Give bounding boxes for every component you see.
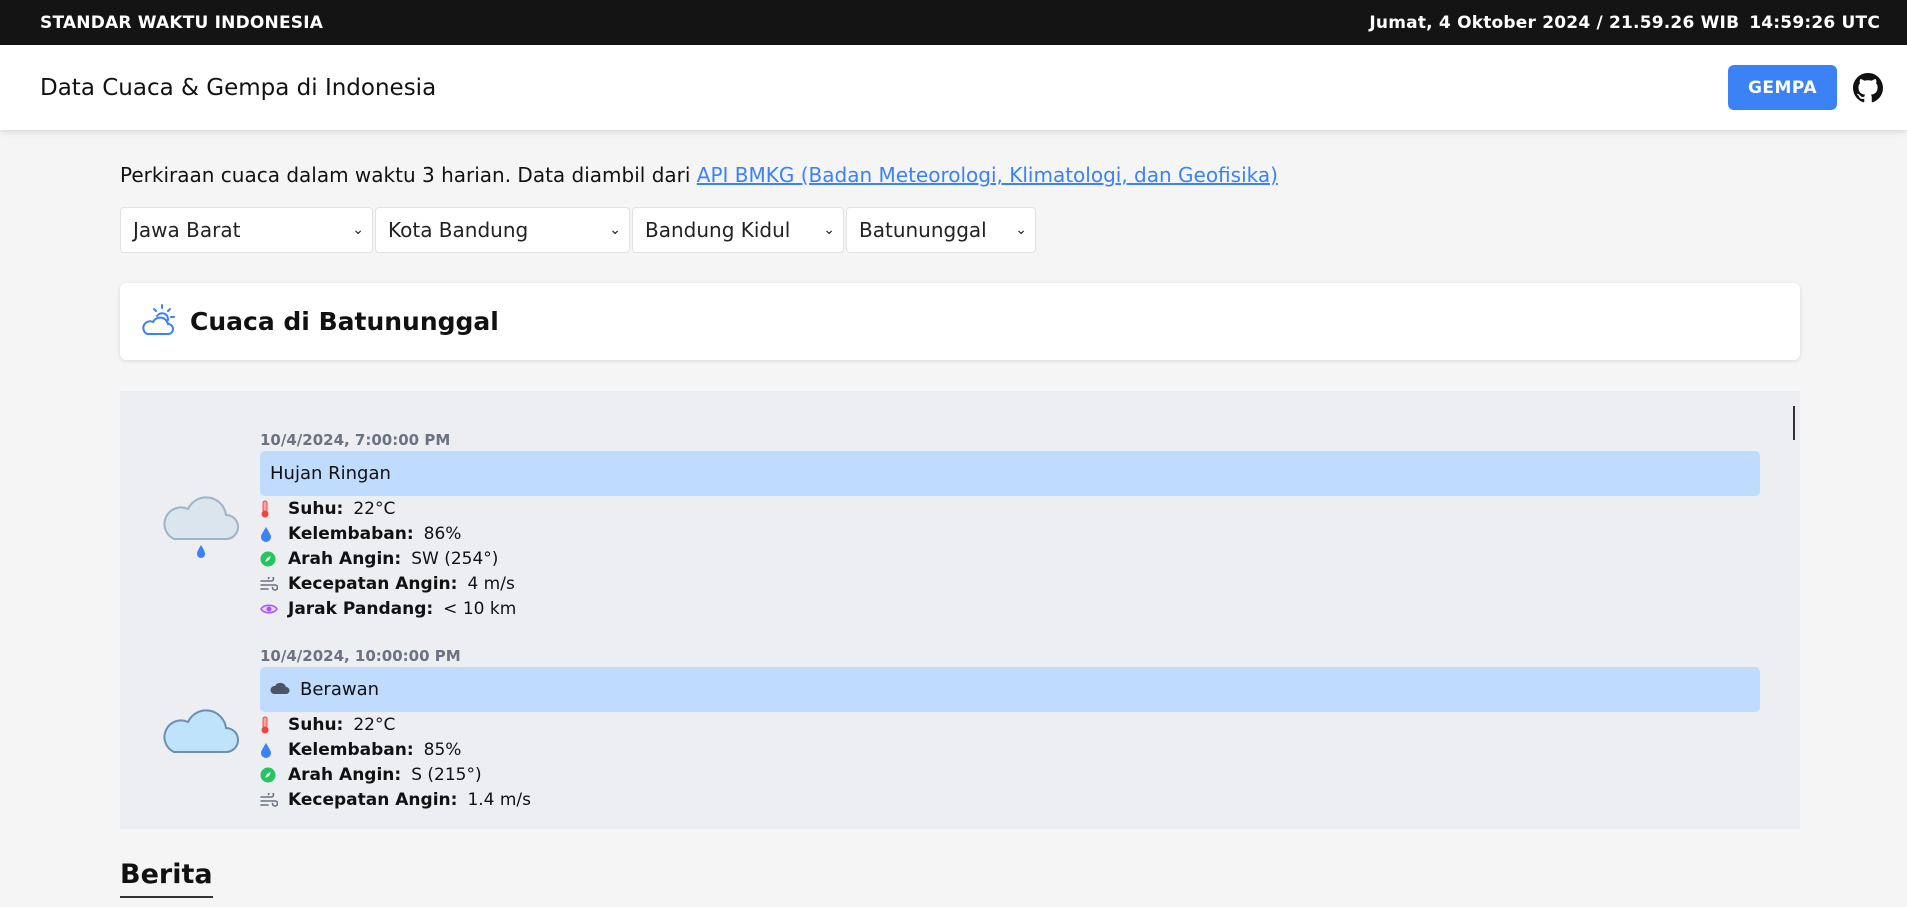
temperature-label: Suhu: [288, 714, 344, 735]
main-content: Perkiraan cuaca dalam waktu 3 harian. Da… [0, 163, 1907, 898]
clock: Jumat, 4 Oktober 2024 / 21.59.26 WIB 14:… [1369, 13, 1880, 33]
forecast-time: 10/4/2024, 10:00:00 PM [260, 647, 461, 665]
thermometer-icon [260, 500, 288, 518]
wind-direction-row: Arah Angin: SW (254°) [260, 546, 1760, 571]
wind-icon [260, 576, 288, 591]
village-select[interactable]: Batununggal ⌄ [846, 207, 1036, 253]
navbar: Data Cuaca & Gempa di Indonesia GEMPA [0, 45, 1907, 130]
humidity-value: 86% [423, 523, 462, 544]
temperature-label: Suhu: [288, 498, 344, 519]
news-heading: Berita [120, 859, 213, 898]
wind-direction-label: Arah Angin: [288, 548, 402, 569]
gempa-button[interactable]: GEMPA [1727, 65, 1837, 110]
wind-direction-label: Arah Angin: [288, 764, 402, 785]
wind-speed-value: 1.4 m/s [467, 789, 532, 810]
condition-label: Berawan [300, 679, 380, 700]
humidity-value: 85% [423, 739, 462, 760]
temperature-row: Suhu: 22°C [260, 496, 1760, 521]
droplet-icon [260, 742, 288, 758]
humidity-label: Kelembaban: [288, 523, 414, 544]
brand-title[interactable]: Data Cuaca & Gempa di Indonesia [40, 75, 436, 101]
intro-paragraph: Perkiraan cuaca dalam waktu 3 harian. Da… [120, 163, 1800, 187]
condition-bar: Berawan [260, 667, 1760, 712]
temperature-value: 22°C [353, 498, 396, 519]
wind-direction-value: SW (254°) [411, 548, 499, 569]
github-icon[interactable] [1853, 72, 1883, 103]
scrollbar[interactable] [1793, 406, 1795, 440]
bmkg-api-link[interactable]: API BMKG (Badan Meteorologi, Klimatologi… [697, 163, 1278, 187]
temperature-row: Suhu: 22°C [260, 712, 1760, 737]
intro-text: Perkiraan cuaca dalam waktu 3 harian. Da… [120, 163, 697, 187]
visibility-label: Jarak Pandang: [288, 598, 434, 619]
standard-time-title: STANDAR WAKTU INDONESIA [40, 12, 324, 33]
district-value: Bandung Kidul [645, 218, 791, 242]
local-time: Jumat, 4 Oktober 2024 / 21.59.26 WIB [1369, 12, 1740, 33]
rain-cloud-icon [160, 431, 260, 621]
forecast-entry: 10/4/2024, 10:00:00 PM Berawan Suhu: 22°… [160, 647, 1760, 812]
forecast-list[interactable]: 10/4/2024, 7:00:00 PM Hujan Ringan Suhu:… [120, 391, 1800, 829]
weather-card-title: Cuaca di Batununggal [190, 307, 499, 336]
droplet-icon [260, 526, 288, 542]
weather-title-card: Cuaca di Batununggal [120, 283, 1800, 360]
wind-direction-value: S (215°) [411, 764, 482, 785]
location-selects: Jawa Barat ⌄ Kota Bandung ⌄ Bandung Kidu… [120, 207, 1800, 253]
district-select[interactable]: Bandung Kidul ⌄ [632, 207, 844, 253]
wind-icon [260, 792, 288, 807]
condition-label: Hujan Ringan [270, 463, 391, 484]
humidity-row: Kelembaban: 85% [260, 737, 1760, 762]
wind-speed-row: Kecepatan Angin: 1.4 m/s [260, 787, 1760, 812]
nav-actions: GEMPA [1727, 65, 1883, 110]
wind-direction-row: Arah Angin: S (215°) [260, 762, 1760, 787]
top-bar: STANDAR WAKTU INDONESIA Jumat, 4 Oktober… [0, 0, 1907, 45]
wind-speed-row: Kecepatan Angin: 4 m/s [260, 571, 1760, 596]
eye-icon [260, 603, 288, 615]
wind-speed-label: Kecepatan Angin: [288, 789, 458, 810]
visibility-row: Jarak Pandang: < 10 km [260, 596, 1760, 621]
sun-cloud-icon [140, 303, 176, 341]
wind-speed-value: 4 m/s [467, 573, 515, 594]
visibility-value: < 10 km [443, 598, 517, 619]
wind-speed-label: Kecepatan Angin: [288, 573, 458, 594]
chevron-down-icon: ⌄ [823, 222, 835, 238]
city-value: Kota Bandung [388, 218, 529, 242]
humidity-row: Kelembaban: 86% [260, 521, 1760, 546]
chevron-down-icon: ⌄ [1015, 222, 1027, 238]
humidity-label: Kelembaban: [288, 739, 414, 760]
province-select[interactable]: Jawa Barat ⌄ [120, 207, 373, 253]
thermometer-icon [260, 716, 288, 734]
forecast-body: 10/4/2024, 10:00:00 PM Berawan Suhu: 22°… [260, 647, 1760, 812]
cloud-icon [270, 679, 290, 700]
forecast-entry: 10/4/2024, 7:00:00 PM Hujan Ringan Suhu:… [160, 431, 1760, 621]
compass-icon [260, 767, 288, 783]
chevron-down-icon: ⌄ [352, 222, 364, 238]
cloud-icon [160, 647, 260, 812]
utc-time: 14:59:26 UTC [1749, 12, 1880, 33]
temperature-value: 22°C [353, 714, 396, 735]
compass-icon [260, 551, 288, 567]
province-value: Jawa Barat [133, 218, 241, 242]
city-select[interactable]: Kota Bandung ⌄ [375, 207, 630, 253]
condition-bar: Hujan Ringan [260, 451, 1760, 496]
chevron-down-icon: ⌄ [609, 222, 621, 238]
village-value: Batununggal [859, 218, 987, 242]
forecast-body: 10/4/2024, 7:00:00 PM Hujan Ringan Suhu:… [260, 431, 1760, 621]
forecast-time: 10/4/2024, 7:00:00 PM [260, 431, 451, 449]
